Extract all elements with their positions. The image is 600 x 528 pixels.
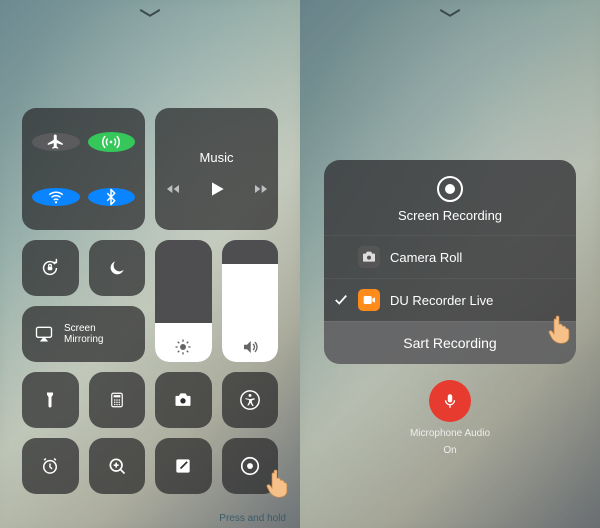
screen-record-button[interactable]: [222, 438, 279, 494]
play-icon[interactable]: [207, 179, 227, 199]
option-camera-roll[interactable]: Camera Roll: [324, 235, 576, 278]
press-and-hold-hint: Press and hold: [219, 513, 286, 524]
wifi-toggle[interactable]: [32, 188, 80, 206]
microphone-icon: [441, 392, 459, 410]
accessibility-button[interactable]: [222, 372, 279, 428]
du-recorder-app-icon: [358, 289, 380, 311]
airplay-icon: [34, 324, 54, 344]
airplane-icon: [47, 133, 65, 151]
microphone-toggle-section: Microphone Audio On: [300, 380, 600, 456]
accessibility-icon: [239, 389, 261, 411]
option-du-recorder[interactable]: DU Recorder Live: [324, 278, 576, 321]
connectivity-tile: [22, 108, 145, 230]
calculator-icon: [108, 391, 126, 409]
antenna-icon: [101, 132, 121, 152]
calculator-button[interactable]: [89, 372, 146, 428]
chevron-down-icon[interactable]: [139, 8, 161, 18]
microphone-toggle[interactable]: [429, 380, 471, 422]
orientation-lock-icon: [39, 257, 61, 279]
compose-icon: [173, 456, 193, 476]
music-tile[interactable]: Music: [155, 108, 278, 230]
start-recording-button[interactable]: Sart Recording: [324, 321, 576, 364]
notes-button[interactable]: [155, 438, 212, 494]
music-controls: [165, 179, 269, 199]
bluetooth-toggle[interactable]: [88, 188, 136, 206]
option-label: Camera Roll: [390, 250, 462, 265]
chevron-down-icon[interactable]: [439, 8, 461, 18]
option-label: DU Recorder Live: [390, 293, 493, 308]
screen-recording-sheet: Screen Recording Camera Roll DU Recorder…: [324, 160, 576, 364]
magnifier-icon: [107, 456, 127, 476]
fastforward-icon[interactable]: [253, 181, 269, 197]
camera-icon: [173, 390, 193, 410]
camera-roll-app-icon: [358, 246, 380, 268]
record-icon: [437, 176, 463, 202]
magnifier-button[interactable]: [89, 438, 146, 494]
wifi-icon: [47, 188, 65, 206]
screen-mirroring-button[interactable]: Screen Mirroring: [22, 306, 145, 362]
sheet-header: Screen Recording: [324, 160, 576, 235]
moon-icon: [107, 258, 127, 278]
flashlight-icon: [41, 391, 59, 409]
timer-button[interactable]: [22, 438, 79, 494]
microphone-label-line1: Microphone Audio: [410, 428, 490, 439]
brightness-icon: [155, 338, 212, 356]
flashlight-button[interactable]: [22, 372, 79, 428]
bluetooth-icon: [102, 188, 120, 206]
airplane-mode-toggle[interactable]: [32, 133, 80, 151]
camera-button[interactable]: [155, 372, 212, 428]
start-recording-label: Sart Recording: [403, 335, 496, 351]
record-icon: [239, 455, 261, 477]
volume-slider[interactable]: [222, 240, 279, 362]
music-label: Music: [200, 150, 234, 165]
cellular-data-toggle[interactable]: [88, 132, 136, 152]
alarm-icon: [40, 456, 60, 476]
control-center-screenshot-left: Music Screen Mirroring: [0, 0, 300, 528]
sheet-title: Screen Recording: [398, 208, 502, 223]
check-icon: [334, 293, 348, 307]
screen-mirroring-label: Screen Mirroring: [64, 323, 103, 346]
rewind-icon[interactable]: [165, 181, 181, 197]
screen-recording-sheet-screenshot-right: Screen Recording Camera Roll DU Recorder…: [300, 0, 600, 528]
microphone-label-line2: On: [443, 445, 456, 456]
control-center-grid: Music Screen Mirroring: [22, 108, 278, 494]
orientation-lock-toggle[interactable]: [22, 240, 79, 296]
brightness-slider[interactable]: [155, 240, 212, 362]
do-not-disturb-toggle[interactable]: [89, 240, 146, 296]
volume-icon: [222, 338, 279, 356]
